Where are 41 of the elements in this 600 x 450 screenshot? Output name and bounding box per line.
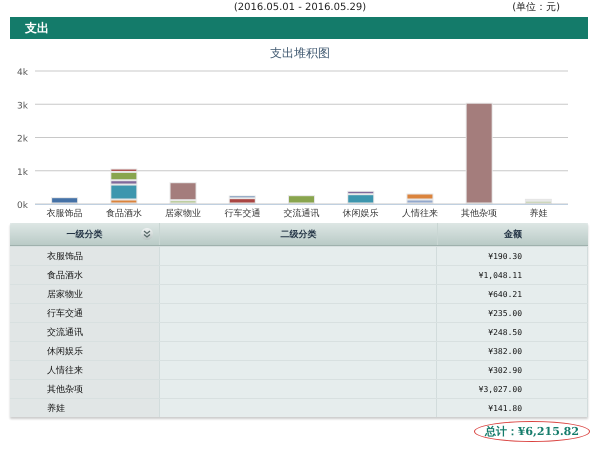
category-cell-text: 行车交通 <box>47 308 83 320</box>
category-label: 休闲娱乐 <box>342 209 379 219</box>
category-label: 食品酒水 <box>106 209 142 219</box>
axis-tick-label: 0k <box>17 201 28 211</box>
category-cell-text: 居家物业 <box>47 288 83 300</box>
category-label: 衣服饰品 <box>46 209 83 219</box>
category-cell-text: 衣服饰品 <box>47 250 83 262</box>
amount-cell: ¥190.30 <box>488 252 522 260</box>
category-cell-text: 休闲娱乐 <box>47 346 83 358</box>
amount-cell: ¥235.00 <box>488 308 522 318</box>
category-label: 行车交通 <box>224 209 260 219</box>
axis-tick-label: 4k <box>17 68 28 78</box>
axis-tick-label: 1k <box>17 168 28 178</box>
section-header: 支出 <box>10 17 588 39</box>
category-cell-text: 食品酒水 <box>47 270 83 282</box>
category-cell-text: 交流通讯 <box>47 326 83 338</box>
axis-tick-label: 3k <box>17 101 28 112</box>
chart-title: 支出堆积图 <box>269 45 331 61</box>
category-cell-text: 人情往来 <box>47 364 83 376</box>
amount-cell: ¥382.00 <box>488 346 522 356</box>
axis-tick-label: 2k <box>17 134 28 144</box>
column-header: 二级分类 <box>280 228 316 240</box>
amount-cell: ¥1,048.11 <box>478 270 522 280</box>
amount-cell: ¥248.50 <box>488 328 522 336</box>
date-range: (2016.05.01 - 2016.05.29) <box>234 1 366 15</box>
category-label: 养娃 <box>529 209 548 219</box>
total-amount: 总计：¥6,215.82 <box>474 421 590 442</box>
amount-cell: ¥302.90 <box>488 366 522 374</box>
category-label: 居家物业 <box>165 209 202 219</box>
category-cell-text: 其他杂项 <box>47 384 83 396</box>
amount-cell: ¥640.21 <box>488 290 522 298</box>
category-label: 人情往来 <box>402 209 438 219</box>
column-header: 金额 <box>504 228 522 240</box>
category-label: 其他杂项 <box>461 209 498 219</box>
chevron-down-icon[interactable] <box>141 228 153 240</box>
amount-cell: ¥141.80 <box>488 404 522 412</box>
column-header: 一级分类 <box>66 228 102 240</box>
amount-cell: ¥3,027.00 <box>478 384 522 394</box>
unit-label: (单位：元) <box>512 0 560 15</box>
category-cell-text: 养娃 <box>47 402 65 414</box>
category-label: 交流通讯 <box>284 209 320 219</box>
